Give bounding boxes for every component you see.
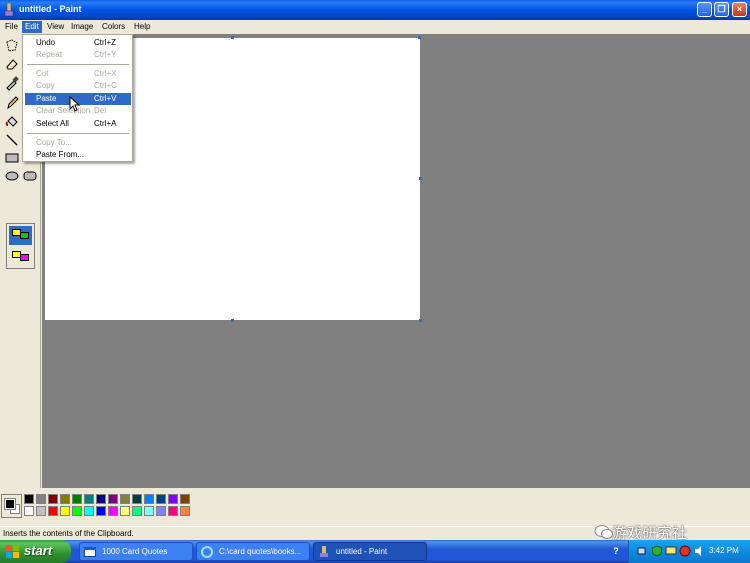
pencil-icon[interactable] [4, 94, 20, 110]
taskbar-item-folder[interactable]: C:\card quotes\books... [196, 542, 310, 561]
color-swatch[interactable] [48, 506, 58, 516]
color-swatch[interactable] [132, 494, 142, 504]
color-swatch[interactable] [108, 494, 118, 504]
resize-handle-bottom[interactable] [231, 319, 234, 322]
menu-image[interactable]: Image [68, 21, 96, 33]
internet-explorer-icon [201, 546, 213, 558]
foreground-color-swatch [4, 498, 16, 510]
menu-item-select-all[interactable]: Select All Ctrl+A [25, 118, 131, 130]
menu-view[interactable]: View [44, 21, 67, 33]
paint-app-icon [3, 2, 15, 17]
menu-item-copy[interactable]: Copy Ctrl+C [25, 80, 131, 92]
monitor-icon[interactable] [665, 545, 677, 557]
security-icon[interactable] [651, 545, 663, 557]
color-swatch[interactable] [96, 494, 106, 504]
transparent-selection-option[interactable] [9, 248, 32, 267]
color-swatch[interactable] [168, 506, 178, 516]
ellipse-icon[interactable] [4, 168, 20, 184]
color-swatch[interactable] [36, 506, 46, 516]
help-icon[interactable]: ? [610, 546, 622, 558]
resize-handle-top-right[interactable] [418, 36, 421, 39]
color-swatch[interactable] [144, 506, 154, 516]
menu-edit[interactable]: Edit [22, 21, 42, 33]
menu-item-repeat[interactable]: Repeat Ctrl+Y [25, 49, 131, 61]
color-swatch[interactable] [60, 506, 70, 516]
menu-help[interactable]: Help [131, 21, 153, 33]
color-swatch[interactable] [144, 494, 154, 504]
drawing-workspace[interactable] [42, 34, 750, 488]
taskbar: start 1000 Card Quotes C:\card quotes\bo… [0, 540, 750, 563]
menu-file[interactable]: File [2, 21, 21, 33]
clock: 3:42 PM [709, 546, 739, 555]
menu-colors[interactable]: Colors [99, 21, 128, 33]
color-swatch[interactable] [120, 506, 130, 516]
antivirus-icon[interactable] [679, 545, 691, 557]
resize-handle-bottom-right[interactable] [419, 319, 422, 322]
color-picker-icon[interactable] [4, 75, 20, 91]
windows-flag-icon [6, 545, 20, 558]
color-swatch[interactable] [36, 494, 46, 504]
paint-app-icon [318, 546, 330, 558]
rounded-rectangle-icon[interactable] [22, 168, 38, 184]
taskbar-item-paint[interactable]: untitled - Paint [313, 542, 427, 561]
eraser-icon[interactable] [4, 56, 20, 72]
status-text: Inserts the contents of the Clipboard. [3, 529, 134, 538]
color-swatch[interactable] [72, 494, 82, 504]
color-swatch[interactable] [180, 506, 190, 516]
color-swatch[interactable] [168, 494, 178, 504]
menu-item-undo[interactable]: Undo Ctrl+Z [25, 37, 131, 49]
menu-bar: File Edit View Image Colors Help [0, 20, 750, 34]
menu-separator [27, 64, 129, 65]
resize-handle-top[interactable] [231, 36, 234, 39]
volume-icon[interactable] [693, 545, 705, 557]
taskbar-item-card-quotes[interactable]: 1000 Card Quotes [79, 542, 193, 561]
resize-handle-right[interactable] [419, 177, 422, 180]
free-form-select-icon[interactable] [4, 38, 20, 54]
mouse-pointer-icon [69, 95, 81, 112]
title-bar[interactable]: untitled - Paint _ ❐ × [0, 0, 750, 20]
minimize-button[interactable]: _ [697, 2, 712, 17]
color-swatch[interactable] [180, 494, 190, 504]
menu-item-cut[interactable]: Cut Ctrl+X [25, 68, 131, 80]
fill-bucket-icon[interactable] [4, 113, 20, 129]
selection-options [6, 223, 35, 269]
opaque-selection-option[interactable] [9, 226, 32, 245]
color-swatch[interactable] [120, 494, 130, 504]
rectangle-icon[interactable] [4, 150, 20, 166]
system-tray: 3:42 PM [628, 540, 750, 563]
window-icon [84, 546, 96, 558]
color-swatch[interactable] [84, 494, 94, 504]
menu-item-paste-from[interactable]: Paste From... [25, 149, 131, 161]
maximize-button[interactable]: ❐ [714, 2, 729, 17]
menu-item-copy-to[interactable]: Copy To... [25, 137, 131, 149]
color-swatch[interactable] [48, 494, 58, 504]
color-swatch[interactable] [156, 506, 166, 516]
start-button[interactable]: start [0, 540, 71, 563]
color-swatch[interactable] [24, 494, 34, 504]
color-box [0, 488, 750, 526]
start-label: start [24, 543, 53, 558]
color-swatch[interactable] [156, 494, 166, 504]
color-swatch[interactable] [108, 506, 118, 516]
current-colors[interactable] [1, 494, 22, 518]
color-swatch[interactable] [96, 506, 106, 516]
color-swatch[interactable] [24, 506, 34, 516]
close-button[interactable]: × [732, 2, 747, 17]
line-icon[interactable] [4, 132, 20, 148]
menu-separator [27, 133, 129, 134]
wechat-logo-icon [594, 524, 614, 540]
color-swatch[interactable] [72, 506, 82, 516]
color-swatch[interactable] [132, 506, 142, 516]
color-swatch[interactable] [60, 494, 70, 504]
color-swatch[interactable] [84, 506, 94, 516]
window-title: untitled - Paint [19, 4, 82, 14]
network-icon[interactable] [637, 545, 649, 557]
